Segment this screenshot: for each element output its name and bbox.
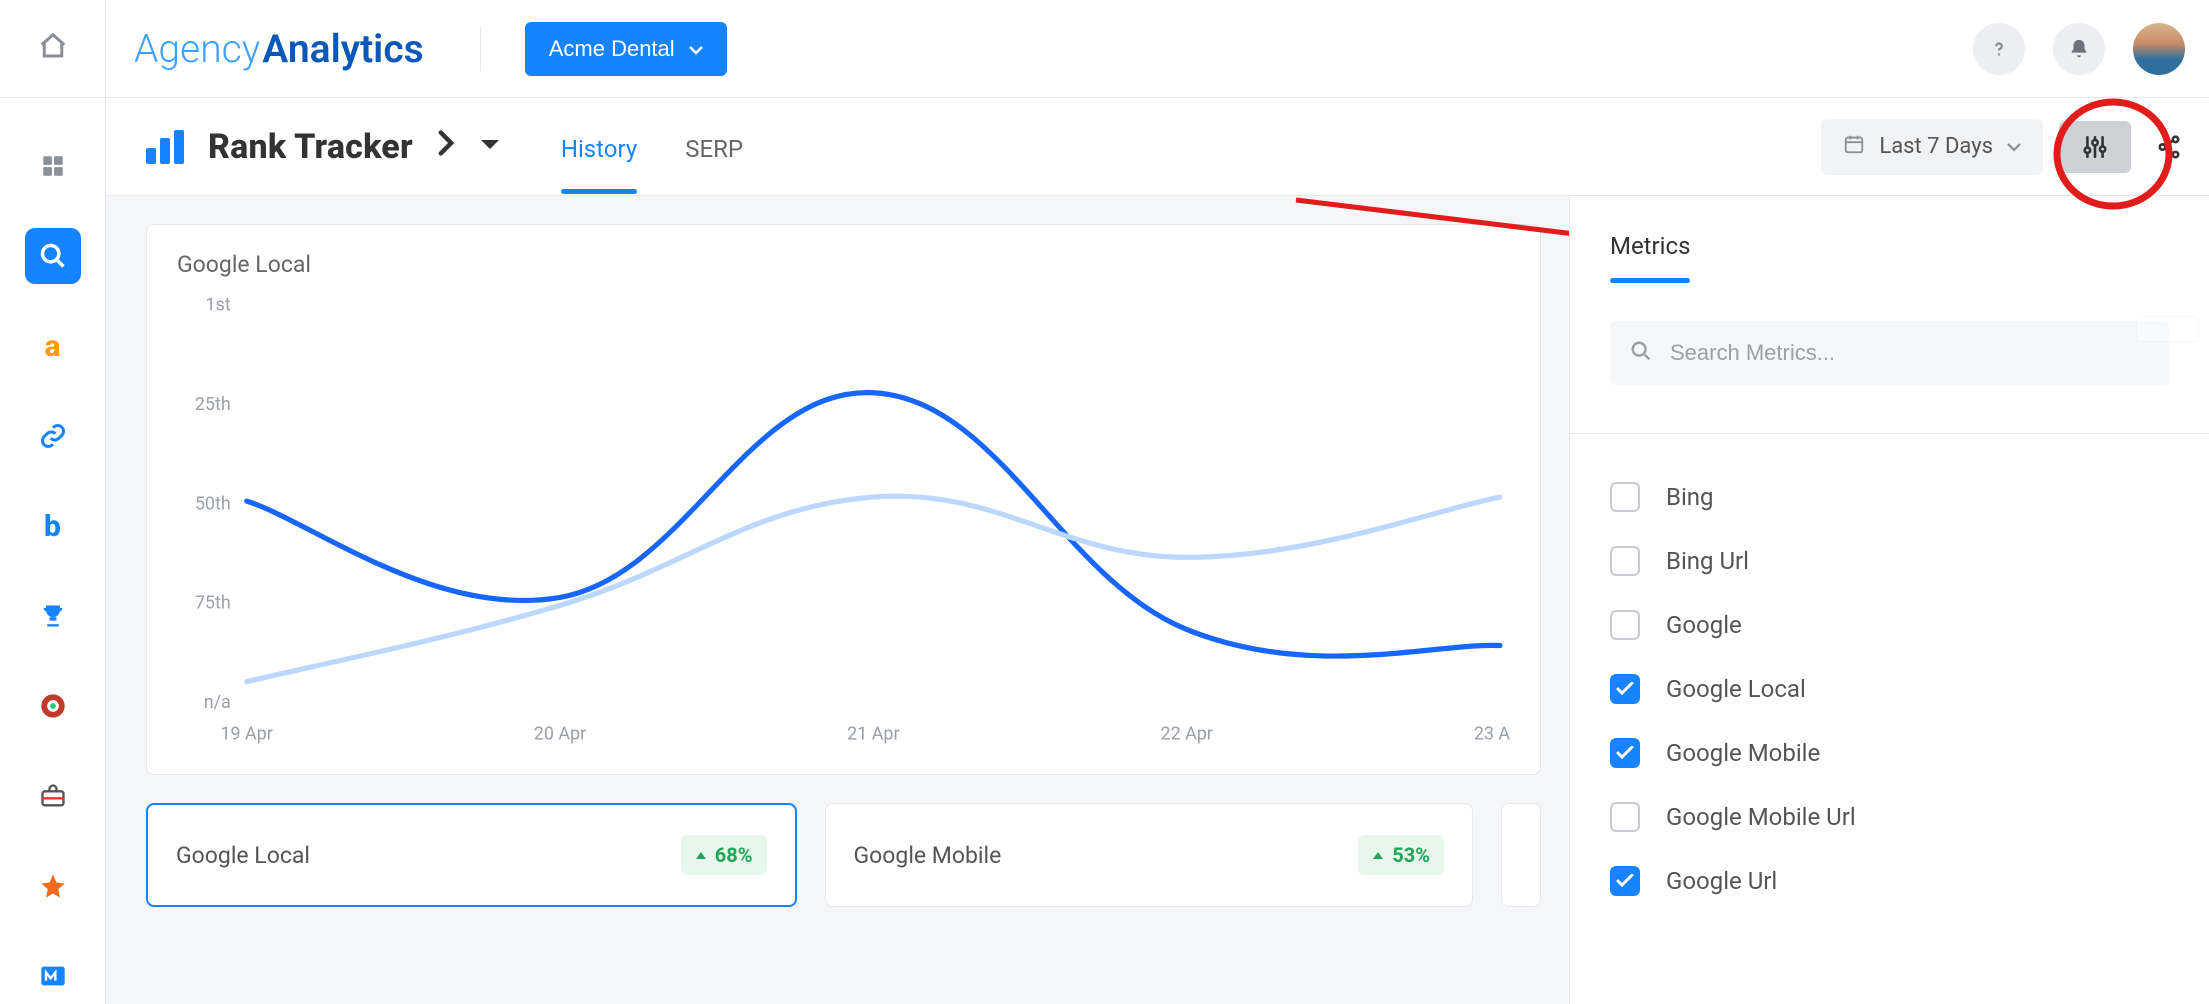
link-icon[interactable]: [25, 408, 81, 464]
home-icon[interactable]: [38, 31, 68, 66]
amazon-icon[interactable]: a: [25, 318, 81, 374]
notifications-button[interactable]: [2053, 23, 2105, 75]
moz-icon[interactable]: [25, 948, 81, 1004]
metric-label: Google Url: [1666, 867, 1777, 895]
checkbox[interactable]: [1610, 610, 1640, 640]
metrics-tab-underline: [1610, 278, 1690, 283]
search-icon[interactable]: [25, 228, 81, 284]
metric-label: Google Local: [1666, 675, 1806, 703]
metric-label: Google Mobile: [1666, 739, 1820, 767]
globe-icon[interactable]: [25, 678, 81, 734]
trophy-icon[interactable]: [25, 588, 81, 644]
metric-label: Bing Url: [1666, 547, 1749, 575]
ellipse-label: Ellipse: [2136, 316, 2199, 342]
checkbox[interactable]: [1610, 546, 1640, 576]
metric-label: Google: [1666, 611, 1742, 639]
checkbox[interactable]: [1610, 674, 1640, 704]
divider: [480, 27, 481, 71]
svg-text:1st: 1st: [206, 294, 231, 316]
checkbox[interactable]: [1610, 866, 1640, 896]
search-icon: [1630, 340, 1652, 367]
stat-card-google-local[interactable]: Google Local 68%: [146, 803, 797, 907]
date-range-label: Last 7 Days: [1879, 134, 1993, 159]
svg-text:21 Apr: 21 Apr: [847, 723, 899, 745]
company-selector[interactable]: Acme Dental: [525, 22, 727, 76]
stat-card-overflow[interactable]: [1501, 803, 1541, 907]
rank-chart: 1st 25th 50th 75th n/a 19 Apr 20 Apr 21 Apr 22 …: [177, 294, 1510, 754]
briefcase-icon[interactable]: [25, 768, 81, 824]
metric-label: Google Mobile Url: [1666, 803, 1856, 831]
metric-item-google-local[interactable]: Google Local: [1610, 674, 2169, 704]
tab-serp[interactable]: SERP: [685, 101, 743, 193]
avatar[interactable]: [2133, 23, 2185, 75]
metric-item-google-mobile-url[interactable]: Google Mobile Url: [1610, 802, 2169, 832]
metric-label: Bing: [1666, 483, 1714, 511]
divider: [1570, 433, 2209, 434]
chevron-down-icon: [689, 36, 703, 62]
chevron-down-icon: [2007, 134, 2021, 159]
tab-history[interactable]: History: [561, 101, 637, 193]
metric-item-google[interactable]: Google: [1610, 610, 2169, 640]
date-range-button[interactable]: Last 7 Days: [1821, 119, 2043, 175]
help-button[interactable]: [1973, 23, 2025, 75]
svg-text:22 Apr: 22 Apr: [1161, 723, 1213, 745]
metric-item-google-mobile[interactable]: Google Mobile: [1610, 738, 2169, 768]
checkbox[interactable]: [1610, 802, 1640, 832]
delta-chip: 68%: [681, 835, 767, 875]
metrics-search-input[interactable]: [1668, 339, 2149, 367]
svg-text:25th: 25th: [195, 394, 231, 416]
svg-text:75th: 75th: [195, 592, 231, 614]
app-logo: AgencyAnalytics: [134, 26, 424, 72]
chart-title: Google Local: [177, 251, 1510, 278]
left-rail: ab: [0, 98, 106, 1004]
metric-item-google-url[interactable]: Google Url: [1610, 866, 2169, 896]
metrics-search[interactable]: [1610, 321, 2169, 385]
calendar-icon: [1843, 133, 1865, 161]
stat-label: Google Mobile: [854, 842, 1002, 869]
stat-card-google-mobile[interactable]: Google Mobile 53%: [825, 803, 1474, 907]
share-button[interactable]: [2147, 121, 2191, 173]
metrics-panel-title: Metrics: [1610, 232, 2169, 260]
rank-tracker-icon: [146, 130, 184, 164]
svg-text:23 Apr: 23 Apr: [1474, 723, 1510, 745]
dropdown-icon[interactable]: [479, 136, 501, 157]
series-google-local: [247, 393, 1500, 656]
svg-text:19 Apr: 19 Apr: [220, 723, 272, 745]
checkbox[interactable]: [1610, 738, 1640, 768]
star-icon[interactable]: [25, 858, 81, 914]
metrics-panel: Metrics Ellipse Bing Bing Url Google Google…: [1569, 196, 2209, 1004]
chevron-right-icon[interactable]: [437, 130, 455, 163]
bing-icon[interactable]: b: [25, 498, 81, 554]
stat-label: Google Local: [176, 842, 310, 869]
company-label: Acme Dental: [549, 36, 675, 62]
metrics-settings-button[interactable]: [2059, 121, 2131, 173]
delta-chip: 53%: [1358, 835, 1444, 875]
svg-text:n/a: n/a: [204, 692, 231, 714]
page-title: Rank Tracker: [208, 127, 413, 167]
dashboard-icon[interactable]: [25, 138, 81, 194]
chart-card: Google Local 1st 25th 50th 75th n/a 19 Apr 20…: [146, 224, 1541, 775]
svg-text:50th: 50th: [195, 493, 231, 515]
metric-item-bing[interactable]: Bing: [1610, 482, 2169, 512]
checkbox[interactable]: [1610, 482, 1640, 512]
metric-item-bing-url[interactable]: Bing Url: [1610, 546, 2169, 576]
svg-text:20 Apr: 20 Apr: [534, 723, 586, 745]
